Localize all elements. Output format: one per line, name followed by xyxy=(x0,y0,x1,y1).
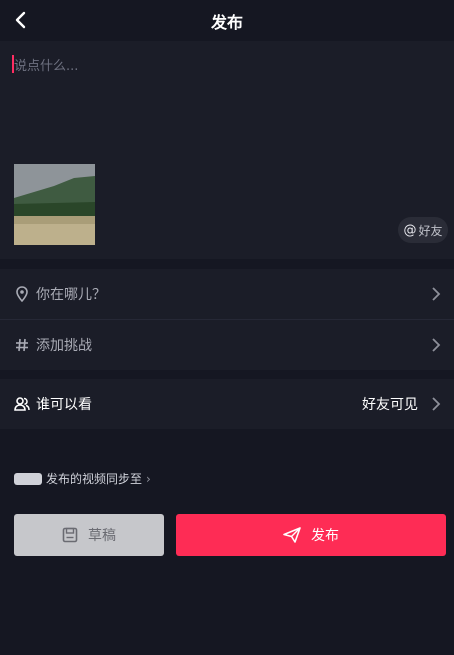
video-thumbnail[interactable] xyxy=(14,164,95,245)
at-icon: @ xyxy=(403,222,417,238)
draft-button[interactable]: 草稿 xyxy=(14,514,164,556)
page-title: 发布 xyxy=(210,12,243,32)
location-pin-icon xyxy=(14,286,30,302)
visibility-group: 谁可以看 好友可见 xyxy=(0,379,454,429)
visibility-label: 谁可以看 xyxy=(36,397,92,413)
toutiao-logo-icon xyxy=(14,472,42,485)
chevron-right-icon xyxy=(432,287,441,301)
visibility-value: 好友可见 xyxy=(362,397,418,413)
sync-label: 发布的视频同步至 xyxy=(46,472,143,486)
landscape-image xyxy=(14,164,95,245)
save-draft-icon xyxy=(62,527,78,543)
publish-button[interactable]: 发布 xyxy=(176,514,446,556)
caption-input[interactable]: 说点什么... xyxy=(14,55,78,74)
chevron-right-icon xyxy=(432,338,441,352)
send-icon xyxy=(283,527,301,543)
draft-label: 草稿 xyxy=(88,528,116,544)
chevron-left-icon xyxy=(15,11,26,29)
options-group: 你在哪儿？ 添加挑战 xyxy=(0,269,454,370)
hashtag-icon xyxy=(14,337,30,353)
chevron-right-icon xyxy=(432,397,441,411)
location-row[interactable]: 你在哪儿？ xyxy=(0,269,454,319)
users-icon xyxy=(14,396,30,412)
challenge-label: 添加挑战 xyxy=(36,338,92,354)
chevron-right-icon: › xyxy=(146,471,151,486)
back-button[interactable] xyxy=(8,8,32,32)
visibility-row[interactable]: 谁可以看 好友可见 xyxy=(0,379,454,429)
sync-option[interactable]: 发布的视频同步至 › xyxy=(14,470,151,487)
challenge-row[interactable]: 添加挑战 xyxy=(0,320,454,370)
publish-label: 发布 xyxy=(311,528,339,544)
mention-friend-label: 好友 xyxy=(418,223,443,238)
caption-area[interactable]: 说点什么... @ 好友 xyxy=(0,41,454,259)
top-bar: 发布 xyxy=(0,0,454,41)
mention-friend-button[interactable]: @ 好友 xyxy=(398,217,448,243)
location-label: 你在哪儿？ xyxy=(36,287,106,303)
